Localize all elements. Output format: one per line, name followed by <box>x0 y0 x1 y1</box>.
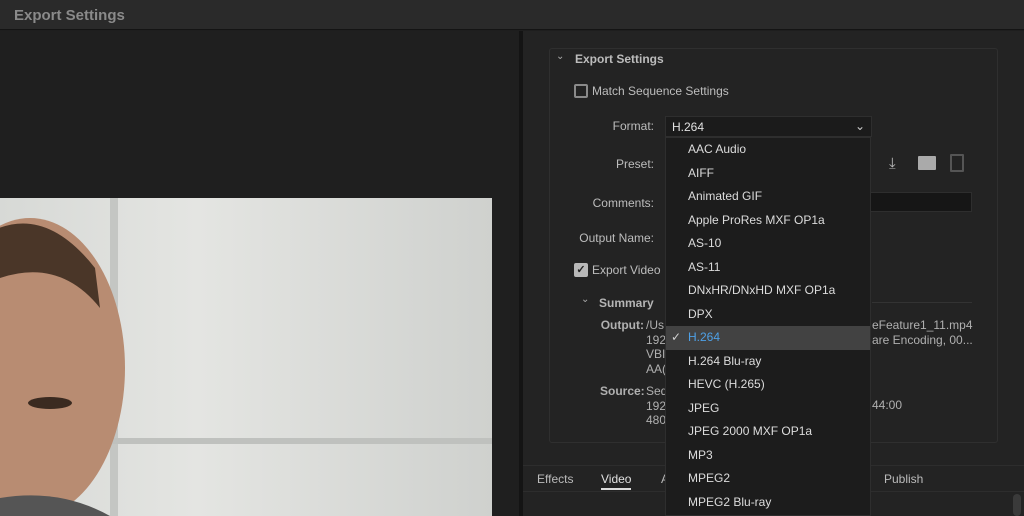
summary-divider <box>872 302 972 303</box>
format-option-label: Apple ProRes MXF OP1a <box>688 212 825 227</box>
format-option-label: MPEG2 Blu-ray <box>688 494 772 509</box>
scrollbar[interactable] <box>1013 494 1021 516</box>
summary-line: AA( <box>646 361 667 376</box>
output-summary: /Us 192 VBI AA( <box>646 318 666 376</box>
format-option-label: AIFF <box>688 165 714 180</box>
export-video-checkbox[interactable]: ✓ <box>574 263 588 277</box>
format-label: Format: <box>612 119 654 133</box>
format-dropdown-menu: AAC Audio AIFF Animated GIF Apple ProRes MX… <box>665 137 871 516</box>
title-bar: Export Settings <box>0 0 1024 30</box>
format-option-label: H.264 <box>688 330 721 344</box>
format-option[interactable]: DNxHR/DNxHD MXF OP1a <box>666 279 870 303</box>
import-preset-icon[interactable] <box>918 156 936 170</box>
checkmark-icon: ✓ <box>671 330 682 344</box>
format-option[interactable]: AIFF <box>666 162 870 186</box>
format-option[interactable]: ✓ H.264 <box>666 326 870 350</box>
format-option-label: MP3 <box>688 447 713 462</box>
match-sequence-checkbox[interactable] <box>574 84 588 98</box>
tab-publish[interactable]: Publish <box>884 472 923 486</box>
chevron-down-icon[interactable]: ⌄ <box>581 294 589 305</box>
summary-line: 192 <box>646 332 667 347</box>
format-option[interactable]: AS-10 <box>666 232 870 256</box>
summary-line: /Us <box>646 318 664 332</box>
format-option[interactable]: AS-11 <box>666 256 870 280</box>
summary-line: VBI <box>646 347 666 361</box>
summary-title: Summary <box>599 296 654 310</box>
format-option[interactable]: DPX <box>666 303 870 327</box>
output-name-label: Output Name: <box>579 231 654 245</box>
format-option-label: AAC Audio <box>688 142 747 156</box>
tab-video[interactable]: Video <box>601 472 632 490</box>
format-select[interactable]: H.264 ⌄ <box>665 116 872 137</box>
format-option[interactable]: JPEG <box>666 397 870 421</box>
comments-label: Comments: <box>592 196 654 210</box>
section-title: Export Settings <box>575 52 664 66</box>
comments-input[interactable] <box>870 192 972 212</box>
format-option-label: Animated GIF <box>688 189 763 203</box>
video-frame-person <box>0 198 492 516</box>
output-label: Output: <box>600 318 644 332</box>
tab-effects[interactable]: Effects <box>537 472 573 486</box>
source-duration: 44:00 <box>872 398 903 412</box>
chevron-down-icon[interactable]: ⌄ <box>556 51 564 62</box>
chevron-down-icon: ⌄ <box>854 119 865 133</box>
format-option-label: MPEG2 <box>688 471 731 485</box>
preset-label: Preset: <box>615 157 654 171</box>
format-option-label: AS-11 <box>688 259 721 274</box>
format-option-label: AS-10 <box>688 236 722 250</box>
match-sequence-label: Match Sequence Settings <box>592 84 729 98</box>
source-label: Source: <box>600 384 645 398</box>
output-summary-right: eFeature1_11.mp4 are Encoding, 00... <box>872 318 973 347</box>
video-preview <box>0 198 492 516</box>
format-option-label: DNxHR/DNxHD MXF OP1a <box>688 283 836 297</box>
format-option[interactable]: JPEG 2000 MXF OP1a <box>666 420 870 444</box>
format-value: H.264 <box>672 120 705 134</box>
format-option[interactable]: HEVC (H.265) <box>666 373 870 397</box>
format-option-label: JPEG <box>688 400 720 415</box>
format-option[interactable]: Animated GIF <box>666 185 870 209</box>
format-option[interactable]: MPEG2 Blu-ray <box>666 491 870 515</box>
window-title: Export Settings <box>14 7 125 24</box>
format-option-label: HEVC (H.265) <box>688 377 765 391</box>
delete-preset-icon[interactable] <box>950 154 964 172</box>
format-option-label: H.264 Blu-ray <box>688 353 762 368</box>
save-preset-icon[interactable]: ⤓ <box>889 155 896 172</box>
format-option-label: JPEG 2000 MXF OP1a <box>688 424 813 438</box>
format-option[interactable]: H.264 Blu-ray <box>666 350 870 374</box>
summary-line: are Encoding, 00... <box>872 332 973 347</box>
format-option[interactable]: AAC Audio <box>666 138 870 162</box>
format-option-label: DPX <box>688 306 713 321</box>
output-file-name[interactable]: eFeature1_11.mp4 <box>872 318 973 333</box>
export-video-label: Export Video <box>592 263 661 277</box>
format-option[interactable]: MP3 <box>666 444 870 468</box>
format-option[interactable]: Apple ProRes MXF OP1a <box>666 209 870 233</box>
format-option[interactable]: MPEG2 <box>666 467 870 491</box>
